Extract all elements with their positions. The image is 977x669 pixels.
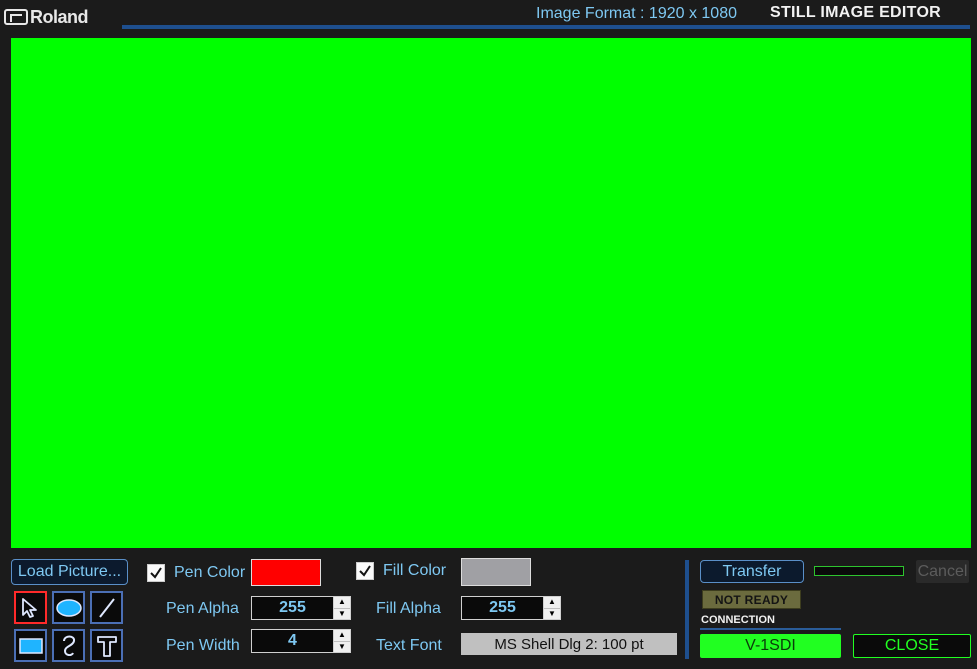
text-icon [96, 635, 117, 657]
roland-logo-icon [4, 9, 28, 25]
line-icon [98, 597, 115, 618]
pen-color-label: Pen Color [174, 564, 246, 581]
spin-up-icon[interactable]: ▲ [334, 597, 350, 608]
rectangle-tool-button[interactable] [14, 629, 47, 662]
spin-down-icon[interactable]: ▼ [334, 640, 350, 653]
pen-width-value[interactable]: 4 [251, 629, 333, 653]
fill-alpha-spinbox[interactable]: 255 ▲ ▼ [461, 596, 561, 620]
load-picture-button[interactable]: Load Picture... [11, 559, 128, 585]
spin-up-icon[interactable]: ▲ [544, 597, 560, 608]
checkmark-icon [150, 567, 162, 579]
connection-divider [700, 628, 841, 630]
pen-alpha-spinbox[interactable]: 255 ▲ ▼ [251, 596, 351, 620]
arrow-pointer-icon [21, 597, 37, 618]
device-button[interactable]: V-1SDI [700, 634, 841, 658]
fill-color-swatch[interactable] [461, 558, 531, 586]
status-badge: NOT READY [702, 590, 801, 609]
ellipse-icon [55, 598, 82, 617]
fill-color-label: Fill Color [383, 562, 447, 579]
spin-down-icon[interactable]: ▼ [544, 607, 560, 620]
close-button[interactable]: CLOSE [853, 634, 971, 658]
fill-alpha-value[interactable]: 255 [461, 596, 543, 620]
freehand-icon [62, 635, 75, 656]
transfer-button[interactable]: Transfer [700, 560, 804, 583]
ellipse-tool-button[interactable] [52, 591, 85, 624]
fill-color-checkbox[interactable] [356, 562, 374, 580]
pen-alpha-label: Pen Alpha [166, 600, 239, 617]
fill-alpha-label: Fill Alpha [376, 600, 441, 617]
connection-label: CONNECTION [701, 614, 775, 626]
pen-color-swatch[interactable] [251, 559, 321, 586]
select-tool-button[interactable] [14, 591, 47, 624]
spin-down-icon[interactable]: ▼ [334, 607, 350, 620]
image-format-label: Image Format : 1920 x 1080 [536, 5, 737, 22]
pen-width-label: Pen Width [166, 637, 240, 654]
checkmark-icon [359, 565, 371, 577]
text-tool-button[interactable] [90, 629, 123, 662]
pen-alpha-value[interactable]: 255 [251, 596, 333, 620]
roland-logo: Roland [4, 6, 89, 28]
image-canvas[interactable] [11, 38, 971, 548]
logo-text: Roland [30, 6, 89, 27]
text-font-label: Text Font [376, 637, 442, 654]
pen-color-checkbox[interactable] [147, 564, 165, 582]
text-font-selector[interactable]: MS Shell Dlg 2: 100 pt [461, 633, 677, 655]
header-divider [122, 25, 970, 29]
spin-up-icon[interactable]: ▲ [334, 630, 350, 641]
freehand-tool-button[interactable] [52, 629, 85, 662]
app-title: STILL IMAGE EDITOR [770, 4, 942, 21]
rectangle-icon [18, 637, 43, 654]
cancel-button[interactable]: Cancel [916, 560, 969, 583]
line-tool-button[interactable] [90, 591, 123, 624]
transfer-progress-bar [814, 566, 904, 576]
panel-divider [685, 560, 689, 659]
pen-width-spinbox[interactable]: 4 ▲ ▼ [251, 629, 351, 653]
